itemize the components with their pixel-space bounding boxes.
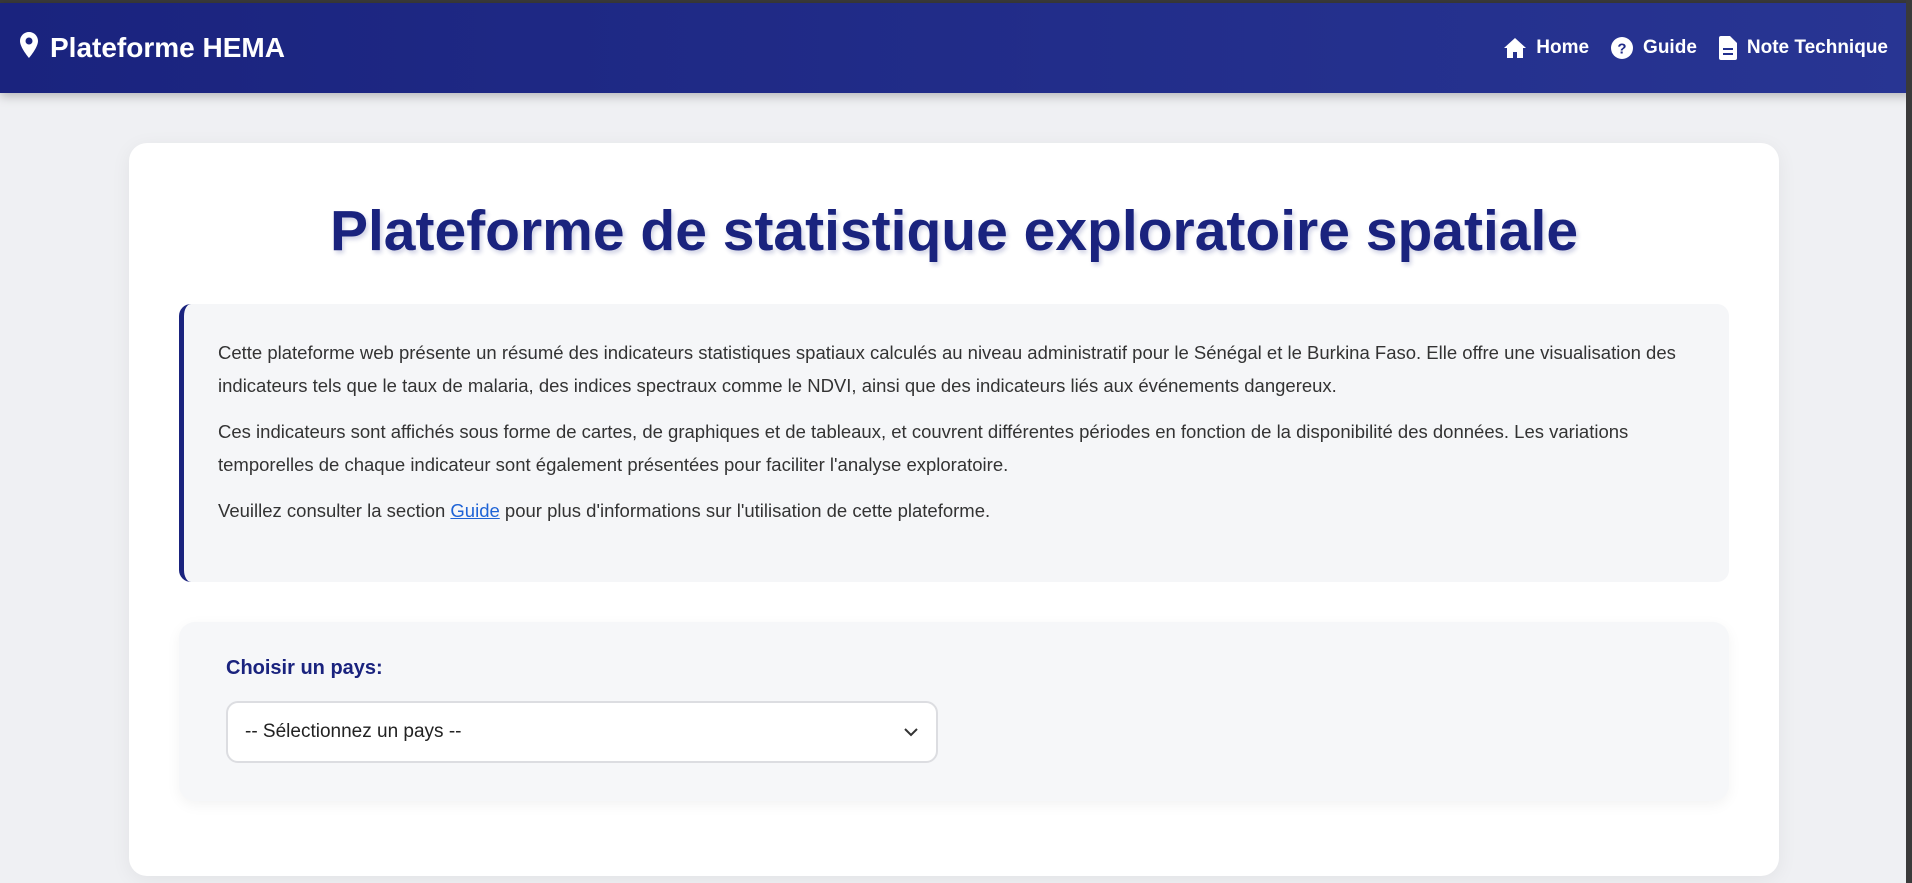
- guide-link[interactable]: Guide: [450, 500, 499, 521]
- country-selector-panel: Choisir un pays: -- Sélectionnez un pays…: [179, 622, 1729, 801]
- navbar: Plateforme HEMA Home ? Guide Note Techniq…: [0, 3, 1912, 93]
- main-card: Plateforme de statistique exploratoire s…: [129, 143, 1779, 876]
- nav-home-label: Home: [1536, 37, 1590, 58]
- intro-paragraph-1: Cette plateforme web présente un résumé …: [218, 342, 1676, 396]
- nav-note-label: Note Technique: [1746, 37, 1888, 58]
- window-right-border: [1906, 0, 1912, 883]
- document-icon: [1718, 36, 1737, 60]
- brand[interactable]: Plateforme HEMA: [20, 31, 285, 65]
- intro-text: Veuillez consulter la section: [218, 500, 451, 521]
- home-icon: [1504, 38, 1527, 58]
- svg-text:?: ?: [1617, 41, 1626, 58]
- page-title: Plateforme de statistique exploratoire s…: [329, 199, 1579, 263]
- intro-paragraph-3: Veuillez consulter la section Guide pour…: [218, 494, 1693, 527]
- intro-text: pour plus d'informations sur l'utilisati…: [499, 500, 991, 521]
- intro-paragraph-2: Ces indicateurs sont affichés sous forme…: [218, 421, 1629, 475]
- country-selector-label: Choisir un pays:: [226, 657, 383, 679]
- map-pin-icon: [20, 31, 38, 65]
- chevron-down-icon: [904, 721, 918, 743]
- nav-guide-label: Guide: [1643, 37, 1697, 58]
- nav-note-technique[interactable]: Note Technique: [1718, 36, 1888, 60]
- nav-home[interactable]: Home: [1504, 37, 1589, 59]
- nav-guide[interactable]: ? Guide: [1611, 37, 1697, 59]
- nav-menu: Home ? Guide Note Technique: [1504, 36, 1888, 60]
- country-select[interactable]: -- Sélectionnez un pays --: [226, 701, 938, 763]
- help-circle-icon: ?: [1611, 37, 1634, 59]
- brand-title: Plateforme HEMA: [50, 32, 285, 63]
- intro-box: Cette plateforme web présente un résumé …: [179, 304, 1729, 582]
- country-select-value: -- Sélectionnez un pays --: [245, 721, 462, 742]
